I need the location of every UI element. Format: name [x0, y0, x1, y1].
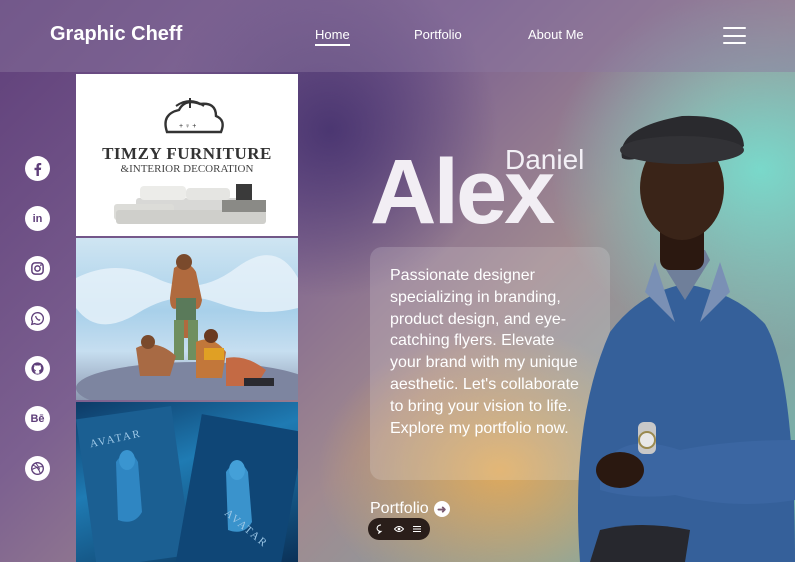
menu-icon[interactable]: [412, 524, 422, 534]
furniture-logo-subtitle: &INTERIOR DECORATION: [120, 163, 254, 175]
nav-portfolio[interactable]: Portfolio: [414, 27, 462, 42]
nav-about-me[interactable]: About Me: [528, 27, 584, 42]
portfolio-cta-label: Portfolio: [370, 500, 429, 517]
behance-glyph: Bē: [30, 412, 45, 425]
brand-logo[interactable]: Graphic Cheff: [50, 23, 182, 46]
instagram-icon[interactable]: [25, 256, 50, 281]
svg-text:+ ♀ +: + ♀ +: [179, 123, 196, 130]
gallery-card-furniture[interactable]: + ♀ + TIMZY FURNITURE &INTERIOR DECORATI…: [76, 74, 298, 236]
whatsapp-icon[interactable]: [25, 306, 50, 331]
hamburger-icon[interactable]: [723, 27, 746, 44]
navbar: Graphic Cheff Home Portfolio About Me: [0, 0, 795, 72]
behance-icon[interactable]: Bē: [25, 406, 50, 431]
dribbble-icon[interactable]: [25, 456, 50, 481]
avatar-poster-artwork: AVATAR AVATAR: [76, 406, 298, 562]
linkedin-glyph: in: [32, 212, 43, 225]
portfolio-cta-button[interactable]: Portfolio ➜: [370, 500, 450, 518]
linkedin-icon[interactable]: in: [25, 206, 50, 231]
bio-text: Passionate designer specializing in bran…: [390, 267, 579, 437]
illustration-artwork: [76, 254, 298, 400]
floating-toolbar: [368, 518, 430, 540]
eye-icon[interactable]: [394, 524, 404, 534]
github-icon[interactable]: [25, 356, 50, 381]
facebook-icon[interactable]: [25, 156, 50, 181]
gallery-card-illustration[interactable]: [76, 238, 298, 400]
furniture-logo-title: TIMZY FURNITURE: [102, 144, 272, 163]
nav-home[interactable]: Home: [315, 27, 350, 46]
arrow-right-icon: ➜: [433, 501, 450, 517]
chat-icon[interactable]: [376, 524, 386, 534]
gallery-card-avatar-poster[interactable]: AVATAR AVATAR: [76, 402, 298, 562]
designer-portrait: [578, 115, 795, 562]
